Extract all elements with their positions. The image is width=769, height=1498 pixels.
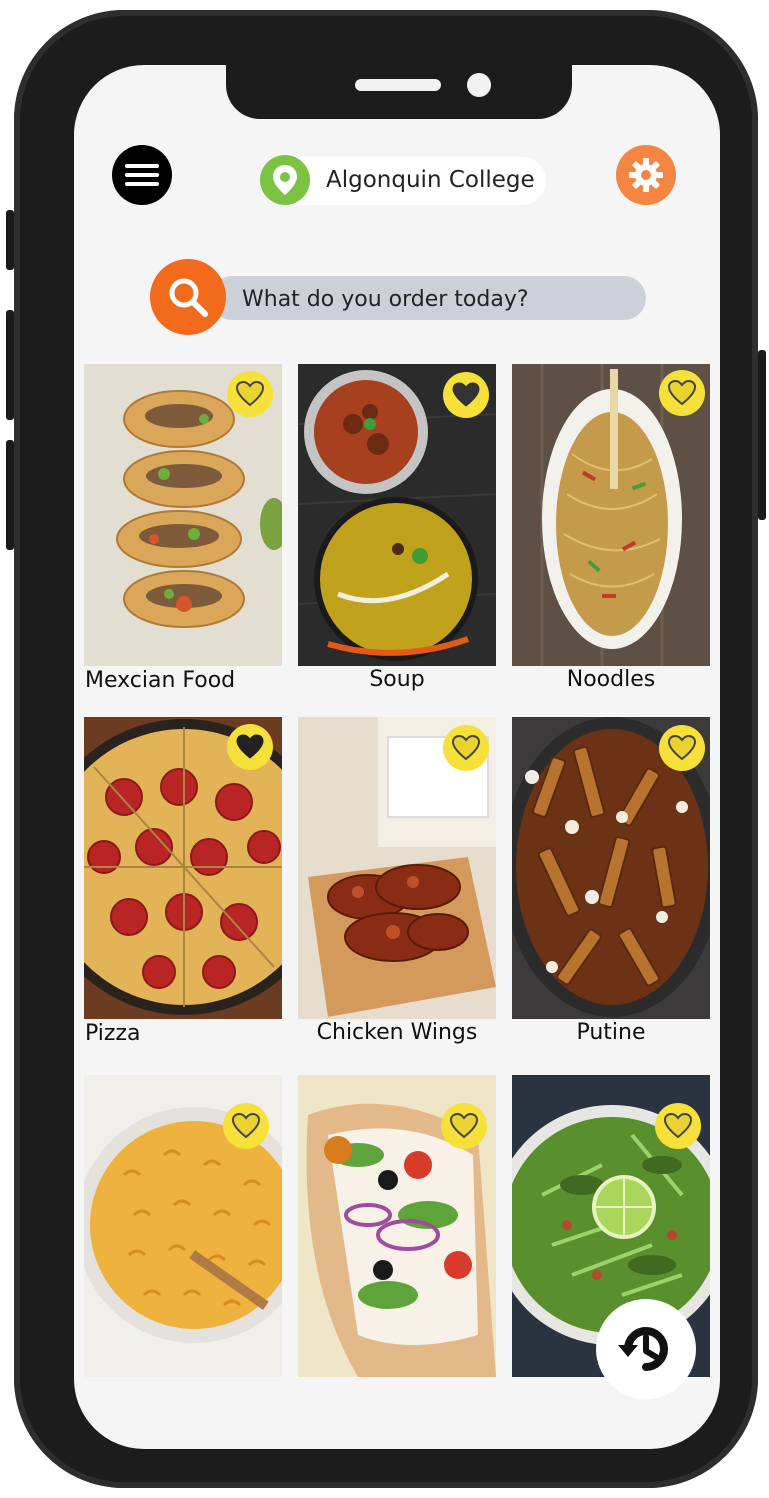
favorite-button[interactable] — [659, 370, 705, 416]
search-icon — [169, 278, 208, 317]
phone-frame: Algonquin College What do you order toda… — [6, 10, 766, 1488]
favorite-button[interactable] — [223, 1103, 269, 1149]
food-tile-wings[interactable] — [298, 717, 496, 1019]
food-tile-sandwich[interactable] — [298, 1075, 496, 1377]
menu-button[interactable] — [112, 145, 172, 205]
location-selector[interactable]: Algonquin College — [260, 155, 546, 205]
food-label: Soup — [369, 667, 425, 692]
heart-icon — [668, 380, 696, 406]
heart-icon — [450, 1113, 478, 1139]
history-button[interactable] — [596, 1299, 696, 1399]
gear-icon — [629, 158, 663, 192]
map-pin-icon — [260, 155, 310, 205]
heart-icon — [664, 1113, 692, 1139]
heart-icon — [452, 735, 480, 761]
food-label: Pizza — [85, 1021, 141, 1046]
app-screen: Algonquin College What do you order toda… — [74, 65, 720, 1449]
silent-switch — [6, 210, 14, 270]
food-tile-noodles[interactable] — [512, 364, 710, 666]
settings-button[interactable] — [616, 145, 676, 205]
favorite-button[interactable] — [659, 725, 705, 771]
hamburger-line — [125, 182, 159, 186]
food-tile-macaroni[interactable] — [84, 1075, 282, 1377]
food-tile-pizza[interactable] — [84, 717, 282, 1019]
heart-icon — [668, 735, 696, 761]
search-bar — [210, 276, 646, 322]
hamburger-line — [125, 173, 159, 177]
history-clock-icon — [618, 1327, 668, 1371]
power-button — [758, 350, 766, 520]
search-input[interactable] — [240, 276, 634, 322]
location-label: Algonquin College — [326, 167, 535, 193]
food-tile-soup[interactable] — [298, 364, 496, 666]
favorite-button[interactable] — [227, 371, 273, 417]
food-label: Chicken Wings — [316, 1020, 478, 1045]
hamburger-menu-icon — [125, 164, 159, 168]
favorite-button[interactable] — [441, 1103, 487, 1149]
favorite-button[interactable] — [443, 372, 489, 418]
heart-icon — [236, 734, 264, 759]
heart-icon — [236, 381, 264, 407]
food-label: Noodles — [566, 667, 656, 692]
food-tile-putine[interactable] — [512, 717, 710, 1019]
favorite-button[interactable] — [655, 1103, 701, 1149]
volume-up-button — [6, 310, 14, 420]
volume-down-button — [6, 440, 14, 550]
front-camera — [467, 73, 491, 97]
heart-icon — [452, 382, 480, 407]
favorite-button[interactable] — [443, 725, 489, 771]
heart-icon — [232, 1113, 260, 1139]
food-label: Mexcian Food — [85, 668, 236, 693]
food-label: Putine — [576, 1020, 646, 1045]
search-button[interactable] — [150, 259, 226, 335]
food-tile-mexican[interactable] — [84, 364, 282, 666]
favorite-button[interactable] — [227, 724, 273, 770]
notch — [226, 65, 572, 119]
speaker-grille — [355, 79, 441, 91]
